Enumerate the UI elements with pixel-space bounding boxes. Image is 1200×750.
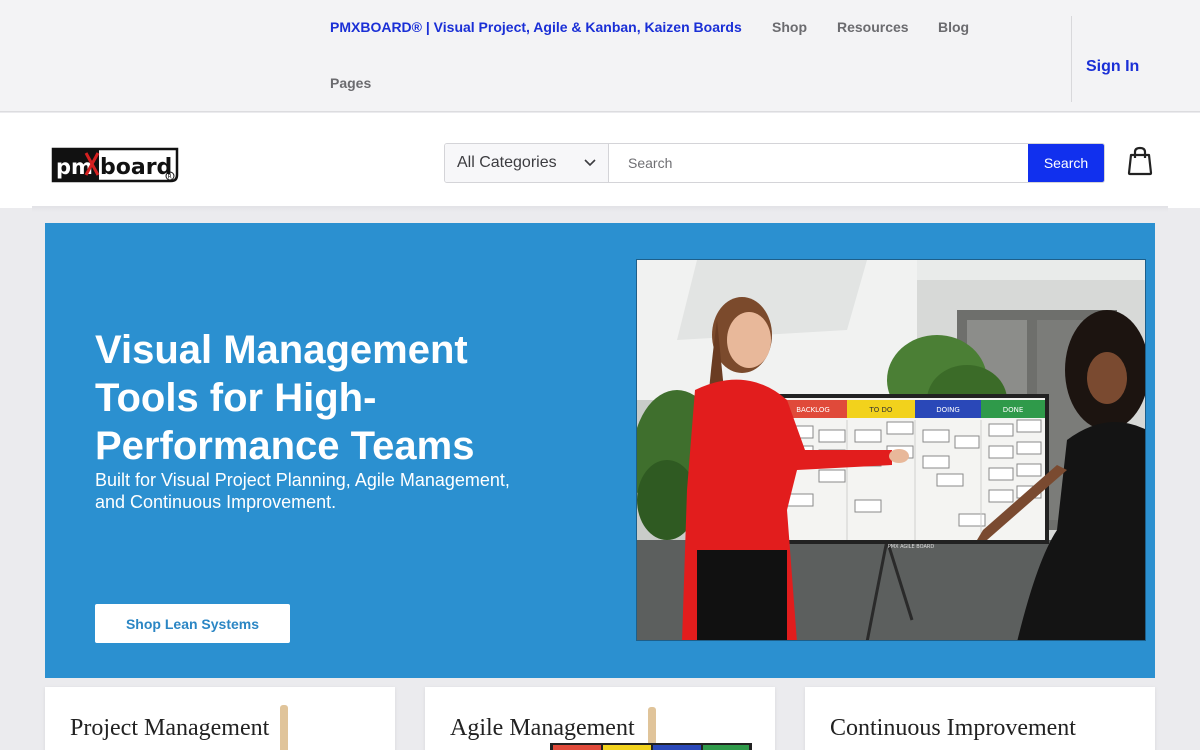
shopping-bag-icon[interactable] bbox=[1126, 146, 1154, 181]
chevron-down-icon bbox=[584, 159, 596, 167]
search-input[interactable] bbox=[609, 144, 1028, 182]
sign-in-link[interactable]: Sign In bbox=[1086, 58, 1139, 76]
nav-divider bbox=[1071, 16, 1072, 102]
office-board-photo: BACKLOG TO DO DOING DONE PMX AGILE BOARD bbox=[637, 260, 1145, 640]
board-column-todo: TO DO bbox=[869, 406, 893, 414]
hero-subtitle: Built for Visual Project Planning, Agile… bbox=[95, 470, 510, 512]
nav-resources-link[interactable]: Resources bbox=[837, 19, 909, 35]
hero-title: Visual Management Tools for High-Perform… bbox=[95, 328, 475, 468]
nav-home-link[interactable]: PMXBOARD® | Visual Project, Agile & Kanb… bbox=[330, 19, 742, 35]
board-column-done: DONE bbox=[1003, 406, 1024, 414]
card-project-management[interactable]: Project Management bbox=[45, 687, 395, 750]
nav-blog-link[interactable]: Blog bbox=[938, 19, 969, 35]
search-bar: All Categories Search bbox=[444, 143, 1105, 183]
hero-banner: Visual Management Tools for High-Perform… bbox=[45, 223, 1155, 678]
category-select-value: All Categories bbox=[457, 154, 557, 171]
nav-shop-link[interactable]: Shop bbox=[772, 19, 807, 35]
card-title: Continuous Improvement bbox=[830, 715, 1076, 741]
board-brand-label: PMX AGILE BOARD bbox=[888, 544, 935, 550]
pmxboard-logo[interactable]: pm board R bbox=[50, 145, 180, 188]
category-select[interactable]: All Categories bbox=[445, 144, 609, 182]
shop-lean-systems-button[interactable]: Shop Lean Systems bbox=[95, 604, 290, 643]
board-column-doing: DOING bbox=[936, 406, 960, 414]
board-column-backlog: BACKLOG bbox=[796, 406, 830, 414]
card-continuous-improvement[interactable]: Continuous Improvement bbox=[805, 687, 1155, 750]
header-divider bbox=[32, 206, 1168, 212]
card-agile-management[interactable]: Agile Management bbox=[425, 687, 775, 750]
top-navigation: PMXBOARD® | Visual Project, Agile & Kanb… bbox=[0, 0, 1200, 112]
nav-pages-link[interactable]: Pages bbox=[330, 75, 371, 91]
svg-text:board: board bbox=[100, 155, 172, 180]
agile-board-illustration bbox=[550, 707, 752, 750]
easel-illustration bbox=[280, 705, 288, 750]
svg-text:R: R bbox=[168, 174, 172, 181]
card-title: Project Management bbox=[70, 715, 270, 741]
hero-photo: BACKLOG TO DO DOING DONE PMX AGILE BOARD bbox=[636, 259, 1146, 641]
search-button[interactable]: Search bbox=[1028, 144, 1104, 182]
logo-mark: pm board R bbox=[51, 147, 179, 183]
